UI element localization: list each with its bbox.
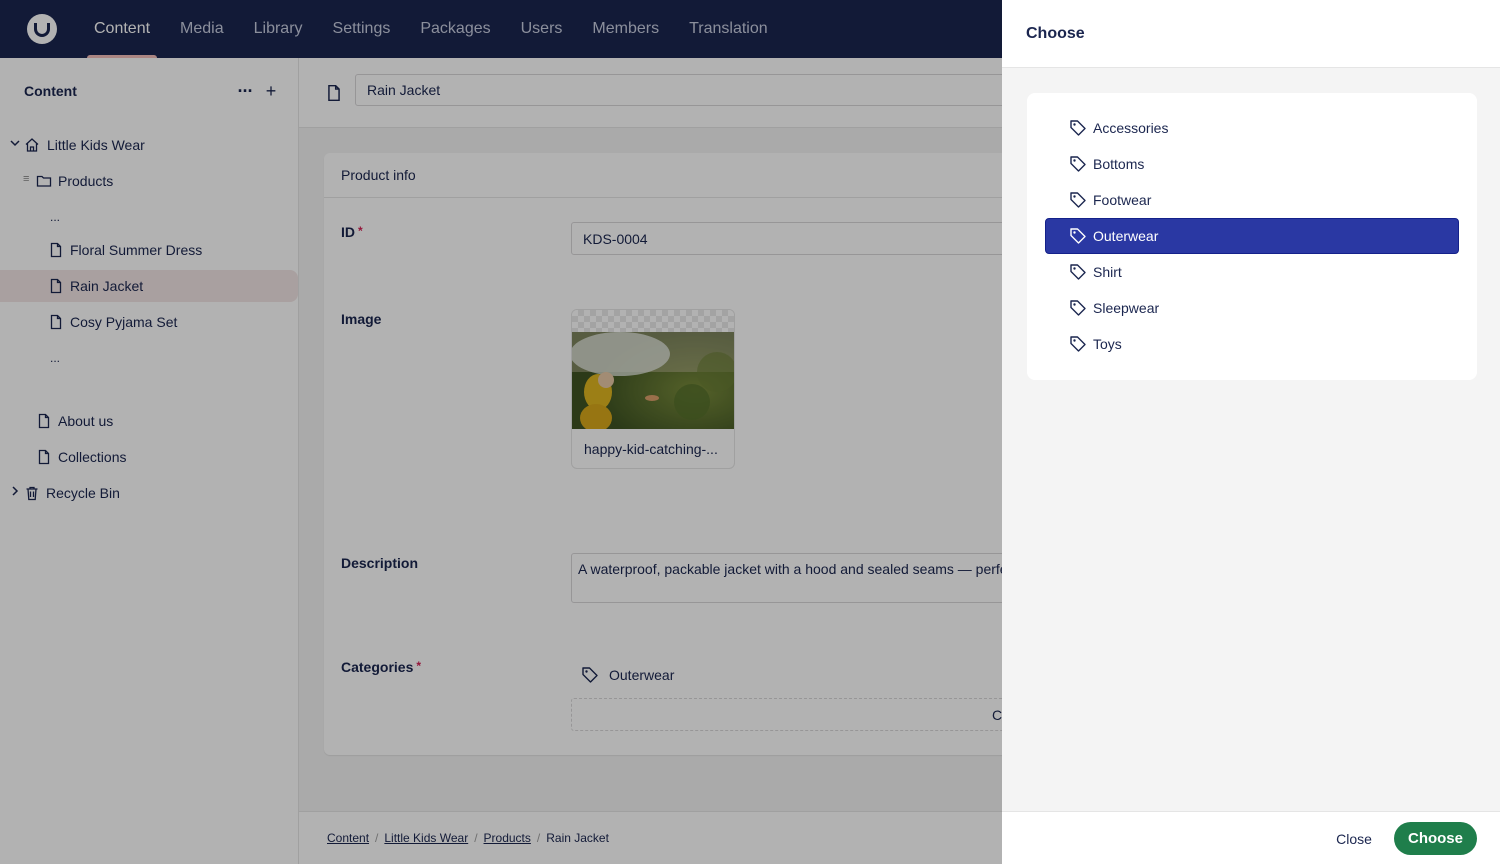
option-label: Footwear — [1093, 192, 1152, 208]
option-bottoms[interactable]: Bottoms — [1045, 146, 1459, 182]
tag-icon — [1069, 299, 1087, 317]
tag-icon — [1069, 227, 1087, 245]
option-label: Sleepwear — [1093, 300, 1160, 316]
tag-icon — [1069, 191, 1087, 209]
close-button[interactable]: Close — [1326, 822, 1382, 855]
option-label: Outerwear — [1093, 228, 1159, 244]
option-outerwear[interactable]: Outerwear — [1045, 218, 1459, 254]
option-label: Toys — [1093, 336, 1122, 352]
option-sleepwear[interactable]: Sleepwear — [1045, 290, 1459, 326]
option-label: Shirt — [1093, 264, 1122, 280]
modal-footer: Close Choose — [1002, 811, 1500, 864]
tag-icon — [1069, 263, 1087, 281]
modal-title: Choose — [1002, 0, 1500, 68]
option-footwear[interactable]: Footwear — [1045, 182, 1459, 218]
option-toys[interactable]: Toys — [1045, 326, 1459, 362]
modal-backdrop[interactable] — [0, 0, 1002, 864]
tag-icon — [1069, 335, 1087, 353]
tag-icon — [1069, 119, 1087, 137]
option-label: Accessories — [1093, 120, 1169, 136]
choose-modal: Choose Accessories Bottoms Footwear Oute… — [1002, 0, 1500, 864]
option-label: Bottoms — [1093, 156, 1145, 172]
option-accessories[interactable]: Accessories — [1045, 110, 1459, 146]
tag-icon — [1069, 155, 1087, 173]
option-list: Accessories Bottoms Footwear Outerwear S… — [1027, 93, 1477, 380]
choose-button[interactable]: Choose — [1394, 822, 1477, 855]
option-shirt[interactable]: Shirt — [1045, 254, 1459, 290]
